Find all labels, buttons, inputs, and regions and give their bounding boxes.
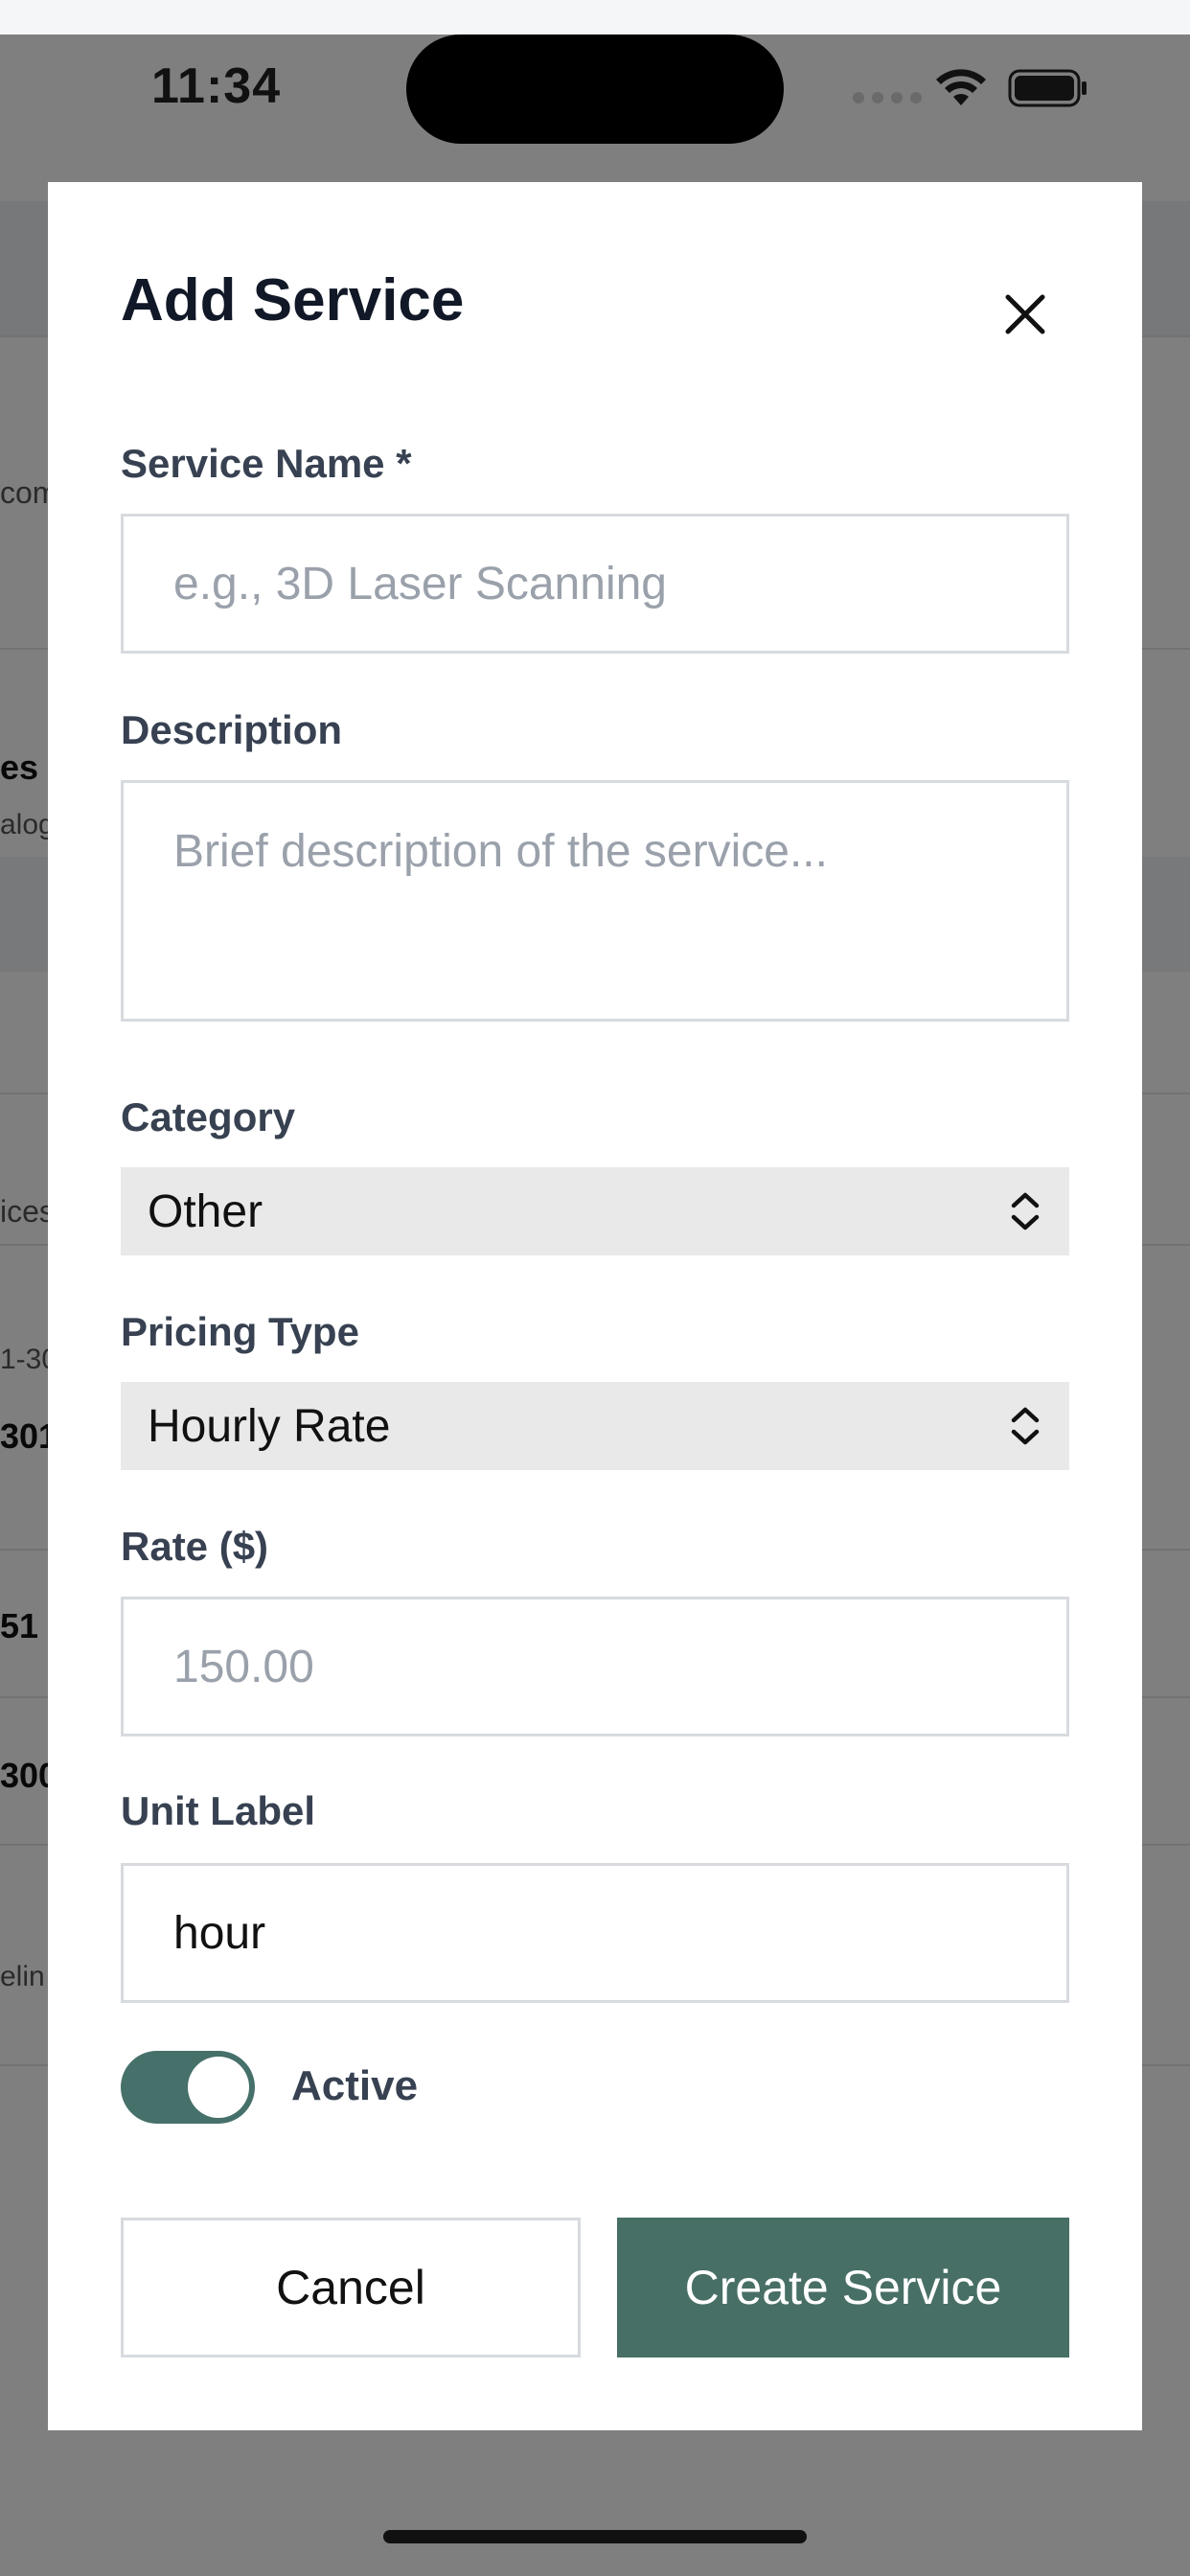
toggle-knob — [188, 2057, 249, 2118]
close-button[interactable] — [987, 276, 1064, 353]
chevron-up-down-icon — [1011, 1192, 1040, 1230]
unit-label-input[interactable] — [121, 1863, 1069, 2003]
rate-label: Rate ($) — [121, 1524, 269, 1569]
category-label: Category — [121, 1094, 296, 1139]
chevron-up-down-icon — [1011, 1407, 1040, 1445]
home-indicator[interactable] — [383, 2530, 807, 2543]
cellular-signal-icon — [853, 92, 922, 104]
description-label: Description — [121, 707, 343, 752]
pricing-type-selected-value: Hourly Rate — [148, 1400, 391, 1452]
screen: com es alog ices 1-30 301 51 300 elin 11… — [0, 0, 1190, 2576]
modal-title: Add Service — [121, 267, 465, 334]
cancel-button[interactable]: Cancel — [121, 2218, 581, 2358]
active-toggle[interactable] — [121, 2051, 255, 2124]
service-name-label: Service Name * — [121, 441, 412, 486]
wifi-icon — [936, 69, 986, 105]
unit-label-label: Unit Label — [121, 1788, 316, 1833]
pricing-type-select[interactable]: Hourly Rate — [121, 1382, 1069, 1470]
battery-icon — [1008, 69, 1087, 107]
dynamic-island — [406, 34, 784, 144]
category-selected-value: Other — [148, 1185, 263, 1237]
status-time: 11:34 — [151, 58, 282, 114]
service-name-input[interactable] — [121, 514, 1069, 654]
pricing-type-label: Pricing Type — [121, 1309, 359, 1354]
active-toggle-label: Active — [291, 2062, 419, 2109]
create-service-button[interactable]: Create Service — [617, 2218, 1069, 2358]
description-input[interactable] — [121, 780, 1069, 1022]
add-service-modal: Add Service Service Name * Description C… — [48, 182, 1142, 2430]
close-icon — [1005, 294, 1045, 334]
category-select[interactable]: Other — [121, 1167, 1069, 1255]
rate-input[interactable] — [121, 1597, 1069, 1736]
